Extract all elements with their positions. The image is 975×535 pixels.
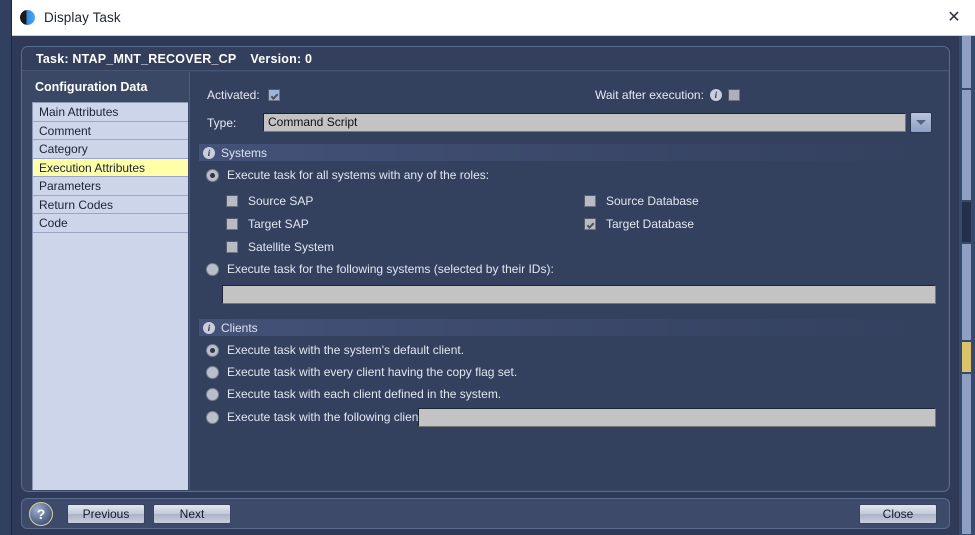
target-database-label: Target Database [606,217,695,231]
type-dropdown-button[interactable] [910,112,932,133]
target-sap-checkbox[interactable] [226,218,238,230]
systems-section-header: i Systems [199,144,938,161]
previous-button[interactable]: Previous [67,503,145,524]
role-satellite-system[interactable]: Satellite System [226,240,334,254]
systems-ids-option[interactable]: Execute task for the following systems (… [206,262,554,276]
next-button[interactable]: Next [153,503,231,524]
client-each-defined-radio[interactable] [206,387,219,401]
client-default-label: Execute task with the system's default c… [227,343,465,357]
type-row: Type: Command Script [207,112,932,133]
systems-ids-radio[interactable] [206,262,219,276]
target-database-checkbox[interactable] [584,218,596,230]
background-window-right-strip [959,28,975,535]
wait-after-execution-checkbox[interactable] [727,89,740,101]
client-option-copy-flag[interactable]: Execute task with every client having th… [206,365,517,379]
clients-section-header: i Clients [199,319,938,336]
window-titlebar: Display Task ✕ [12,0,975,36]
bg-strip-segment [962,90,971,200]
systems-roles-option[interactable]: Execute task for all systems with any of… [206,168,489,182]
client-option-following[interactable]: Execute task with the following clients: [206,410,431,424]
bg-strip-segment-highlight [962,342,971,372]
type-label: Type: [207,115,237,130]
activated-label: Activated: [207,88,260,102]
systems-ids-input[interactable] [222,285,936,304]
info-icon[interactable]: i [709,89,722,101]
chevron-down-icon [916,120,926,125]
task-header: Task: NTAP_MNT_RECOVER_CP Version: 0 [22,47,949,71]
activated-checkbox[interactable] [267,89,280,101]
client-copy-flag-radio[interactable] [206,365,219,379]
close-icon[interactable]: ✕ [943,8,965,28]
sidebar: Configuration Data Main Attributes Comme… [23,72,188,490]
wait-after-execution-row: Wait after execution: i [595,88,740,102]
client-option-default[interactable]: Execute task with the system's default c… [206,343,464,357]
systems-section-title: Systems [221,145,268,160]
source-database-checkbox[interactable] [584,195,596,207]
clients-section-title: Clients [221,320,258,335]
wait-after-execution-label: Wait after execution: [595,88,704,102]
sidebar-item-main-attributes[interactable]: Main Attributes [33,103,188,122]
satellite-system-checkbox[interactable] [226,241,238,253]
systems-roles-radio[interactable] [206,168,219,182]
sidebar-title: Configuration Data [35,80,148,94]
role-source-sap[interactable]: Source SAP [226,194,313,208]
client-following-label: Execute task with the following clients: [227,410,432,424]
client-following-radio[interactable] [206,410,219,424]
window-title: Display Task [44,10,121,25]
bg-strip-segment [962,374,971,534]
satellite-system-label: Satellite System [248,240,335,254]
sidebar-item-code[interactable]: Code [33,214,188,233]
source-sap-label: Source SAP [248,194,314,208]
source-database-label: Source Database [606,194,699,208]
systems-roles-label: Execute task for all systems with any of… [227,168,490,182]
role-target-database[interactable]: Target Database [584,217,694,231]
background-window-left-edge [0,0,12,535]
sidebar-item-parameters[interactable]: Parameters [33,177,188,196]
task-version-label: Version: 0 [250,51,313,66]
help-icon[interactable]: ? [29,501,53,526]
sidebar-item-category[interactable]: Category [33,140,188,159]
bg-strip-segment [962,28,971,88]
sidebar-item-return-codes[interactable]: Return Codes [33,195,188,214]
clients-following-input[interactable] [418,408,936,427]
close-button[interactable]: Close [859,503,937,524]
client-default-radio[interactable] [206,343,219,357]
client-each-defined-label: Execute task with each client defined in… [227,387,502,401]
client-option-each-defined[interactable]: Execute task with each client defined in… [206,387,501,401]
app-circle-icon [20,10,35,25]
sidebar-item-execution-attributes[interactable]: Execution Attributes [33,158,188,177]
activated-row: Activated: [207,88,280,102]
systems-ids-label: Execute task for the following systems (… [227,262,554,276]
target-sap-label: Target SAP [248,217,309,231]
type-input[interactable]: Command Script [263,113,906,132]
configuration-panel: Task: NTAP_MNT_RECOVER_CP Version: 0 Con… [21,46,950,492]
bg-strip-segment [962,202,971,242]
client-copy-flag-label: Execute task with every client having th… [227,365,518,379]
role-source-database[interactable]: Source Database [584,194,699,208]
info-icon[interactable]: i [203,321,215,334]
role-target-sap[interactable]: Target SAP [226,217,309,231]
content-area: Activated: Wait after execution: i Type:… [189,72,948,490]
source-sap-checkbox[interactable] [226,195,238,207]
dialog-body: Task: NTAP_MNT_RECOVER_CP Version: 0 Con… [12,36,959,535]
task-name-label: Task: NTAP_MNT_RECOVER_CP [36,51,237,66]
sidebar-item-comment[interactable]: Comment [33,121,188,140]
sidebar-list: Main Attributes Comment Category Executi… [32,102,188,490]
dialog-footer: ? Previous Next Close [21,498,950,529]
bg-strip-segment [962,244,971,340]
info-icon[interactable]: i [203,146,215,159]
